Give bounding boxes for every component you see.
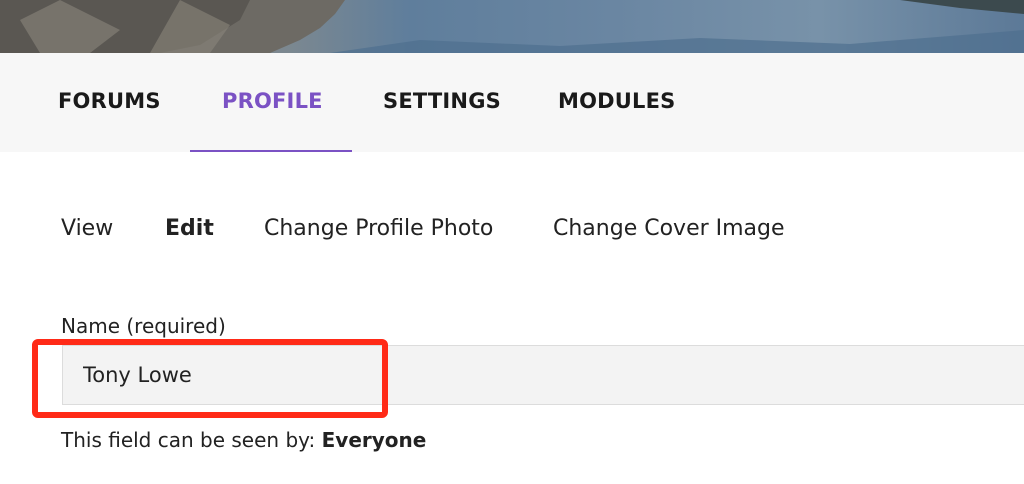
subnav-change-profile-photo[interactable]: Change Profile Photo <box>264 216 493 241</box>
visibility-value[interactable]: Everyone <box>322 428 427 452</box>
cover-image-landscape <box>0 0 1024 53</box>
field-visibility-note: This field can be seen by: Everyone <box>61 428 426 452</box>
subnav-edit[interactable]: Edit <box>165 216 214 241</box>
name-field-label: Name (required) <box>61 314 226 338</box>
tab-forums[interactable]: FORUMS <box>58 89 161 113</box>
active-tab-indicator <box>190 150 352 152</box>
visibility-prefix: This field can be seen by: <box>61 428 316 452</box>
tab-modules[interactable]: MODULES <box>558 89 676 113</box>
name-input[interactable] <box>62 345 1024 405</box>
subnav-view[interactable]: View <box>61 216 113 241</box>
tab-settings[interactable]: SETTINGS <box>383 89 501 113</box>
main-nav-bar: FORUMS PROFILE SETTINGS MODULES <box>0 53 1024 152</box>
tab-profile[interactable]: PROFILE <box>222 89 323 113</box>
subnav-change-cover-image[interactable]: Change Cover Image <box>553 216 785 241</box>
cover-image <box>0 0 1024 53</box>
